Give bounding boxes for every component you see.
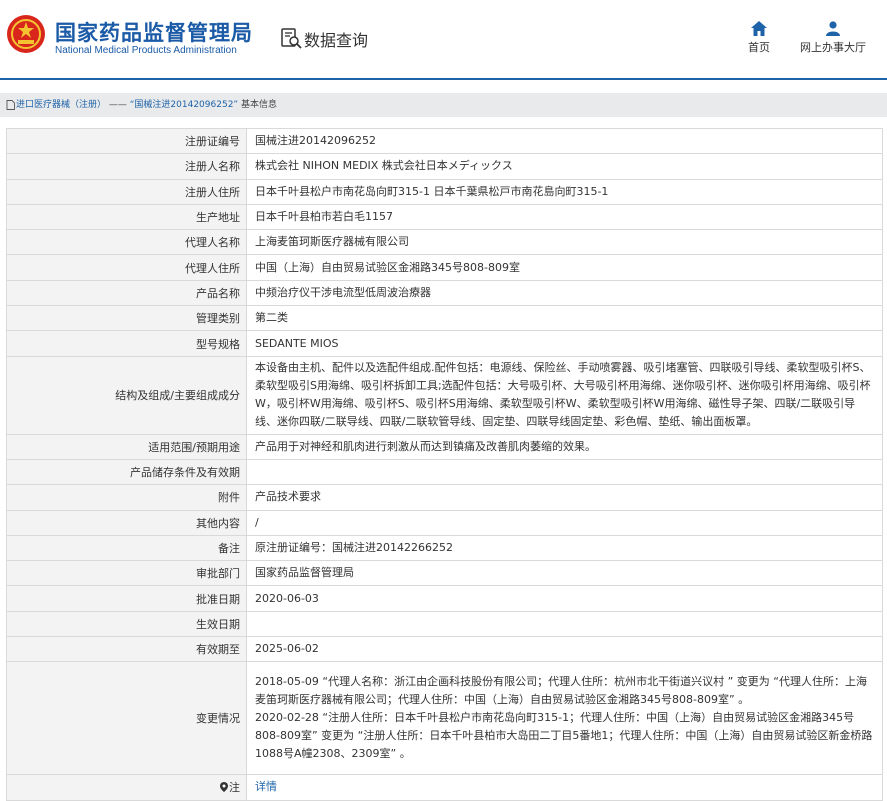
field-value: 日本千叶县柏市若白毛1157 [246,203,883,231]
field-value: SEDANTE MIOS [246,330,883,357]
table-row: 代理人住所 中国（上海）自由贸易试验区金湘路345号808-809室 [6,254,883,281]
field-label: 批准日期 [6,585,247,612]
home-icon [751,21,767,36]
breadcrumb-category-link[interactable]: 进口医疗器械（注册） [16,100,106,110]
field-value: 上海麦笛珂斯医疗器械有限公司 [246,229,883,256]
field-value: 日本千叶县松户市南花岛向町315-1 日本千葉県松戸市南花島向町315-1 [246,178,883,205]
field-label: 其他内容 [6,509,247,536]
site-logo-subtitle: National Medical Products Administration [55,45,237,56]
field-label: 生产地址 [6,203,247,231]
field-label: 管理类别 [6,305,247,332]
field-value: 国械注进20142096252 [246,127,883,155]
field-label: 生效日期 [6,610,247,638]
field-label: 产品储存条件及有效期 [6,458,247,486]
table-row: 注册人住所 日本千叶县松户市南花岛向町315-1 日本千葉県松戸市南花島向町315… [6,178,883,205]
table-row: 结构及组成/主要组成成分 本设备由主机、配件以及选配件组成.配件包括：电源线、保险… [6,355,883,435]
breadcrumb-record-link[interactable]: “国械注进20142096252” [130,100,238,110]
breadcrumb-separator: —— [108,100,127,110]
table-row: 型号规格 SEDANTE MIOS [6,330,883,357]
nav-home-label: 首页 [748,41,770,54]
table-row: 产品储存条件及有效期 [6,458,883,486]
site-logo-text: 国家药品监督管理局 [55,21,253,45]
table-row: 生效日期 [6,610,883,638]
table-row: 生产地址 日本千叶县柏市若白毛1157 [6,203,883,231]
field-value: 第二类 [246,305,883,332]
table-row: 注册证编号 国械注进20142096252 [6,127,883,155]
user-icon [826,21,840,36]
field-label: 注册证编号 [6,127,247,155]
national-emblem-icon [7,15,45,53]
nav-online-hall-label: 网上办事大厅 [800,41,866,54]
field-value: 中国（上海）自由贸易试验区金湘路345号808-809室 [246,254,883,281]
field-label: 备注 [6,534,247,562]
breadcrumb-section: 基本信息 [240,100,277,110]
registration-detail-table: 注册证编号 国械注进20142096252 注册人名称 株式会社 NIHON MEDI… [6,127,883,801]
breadcrumb: 进口医疗器械（注册） —— “国械注进20142096252” 基本信息 [0,93,887,117]
note-value-cell: 详情 [246,774,883,801]
field-value: 2018-05-09 “代理人名称：浙江由企画科技股份有限公司；代理人住所：杭州… [246,661,883,776]
field-label: 注册人住所 [6,178,247,205]
nav-home-link[interactable]: 首页 [743,21,775,55]
table-row: 有效期至 2025-06-02 [6,636,883,663]
field-value: 本设备由主机、配件以及选配件组成.配件包括：电源线、保险丝、手动喷雾器、吸引堵塞… [246,355,883,435]
field-label: 代理人住所 [6,254,247,281]
table-row: 变更情况 2018-05-09 “代理人名称：浙江由企画科技股份有限公司；代理人住… [6,661,883,776]
field-label: 变更情况 [6,661,247,776]
field-value: 原注册证编号：国械注进20142266252 [246,534,883,562]
map-pin-icon [220,782,228,793]
note-label-cell: 注 [6,774,247,801]
field-value: 产品技术要求 [246,484,883,511]
field-label: 附件 [6,484,247,511]
table-row: 管理类别 第二类 [6,305,883,332]
field-value: / [246,509,883,536]
field-value: 2025-06-02 [246,636,883,663]
data-query-icon [281,28,302,49]
document-icon [6,99,15,110]
field-value: 国家药品监督管理局 [246,560,883,587]
field-value: 株式会社 NIHON MEDIX 株式会社日本メディックス [246,153,883,180]
site-header: 国家药品监督管理局 National Medical Products Admi… [0,0,887,80]
field-value: 2020-06-03 [246,585,883,612]
field-label: 型号规格 [6,330,247,357]
field-label: 适用范围/预期用途 [6,433,247,460]
table-row: 批准日期 2020-06-03 [6,585,883,612]
table-row: 注册人名称 株式会社 NIHON MEDIX 株式会社日本メディックス [6,153,883,180]
field-label: 审批部门 [6,560,247,587]
field-value: 中频治疗仪干涉电流型低周波治療器 [246,279,883,307]
table-row: 附件 产品技术要求 [6,484,883,511]
table-row: 审批部门 国家药品监督管理局 [6,560,883,587]
table-row: 其他内容 / [6,509,883,536]
field-label: 注册人名称 [6,153,247,180]
table-row: 代理人名称 上海麦笛珂斯医疗器械有限公司 [6,229,883,256]
table-row: 注详情 [6,774,883,801]
field-label: 代理人名称 [6,229,247,256]
page-title: 数据查询 [304,31,369,50]
table-row: 产品名称 中频治疗仪干涉电流型低周波治療器 [6,279,883,307]
table-row: 适用范围/预期用途 产品用于对神经和肌肉进行刺激从而达到镇痛及改善肌肉萎缩的效果。 [6,433,883,460]
table-row: 备注 原注册证编号：国械注进20142266252 [6,534,883,562]
details-link[interactable]: 详情 [255,780,277,793]
field-value [246,458,883,486]
field-label: 产品名称 [6,279,247,307]
field-value: 产品用于对神经和肌肉进行刺激从而达到镇痛及改善肌肉萎缩的效果。 [246,433,883,460]
field-label: 结构及组成/主要组成成分 [6,355,247,435]
nav-online-hall-link[interactable]: 网上办事大厅 [798,21,868,55]
field-label: 有效期至 [6,636,247,663]
field-value [246,610,883,638]
